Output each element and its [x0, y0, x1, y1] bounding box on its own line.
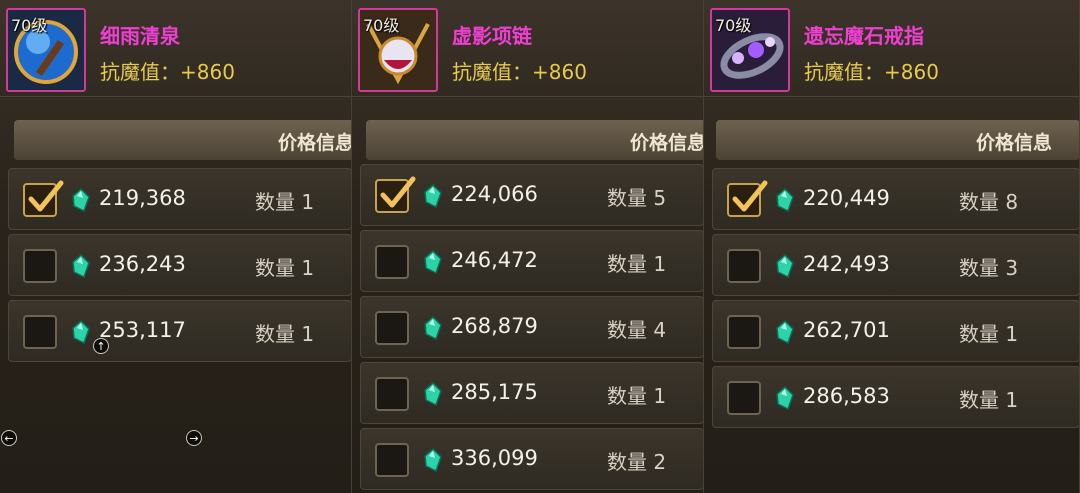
quantity: 数量 1: [959, 388, 1019, 412]
quantity: 数量 1: [255, 256, 315, 280]
green-gem-icon: [424, 250, 442, 274]
green-gem-icon: [776, 386, 794, 410]
item-icon-frame[interactable]: 70级: [710, 8, 790, 92]
quantity: 数量 1: [255, 322, 315, 346]
checkbox[interactable]: [23, 315, 57, 349]
item-name: 遗忘魔石戒指: [804, 24, 924, 48]
checkbox[interactable]: [375, 377, 409, 411]
quantity: 数量 2: [607, 450, 667, 474]
listing-row[interactable]: 246,472 数量 1: [360, 230, 703, 292]
item-level: 70级: [363, 16, 400, 35]
checkbox[interactable]: [23, 249, 57, 283]
green-gem-icon: [424, 316, 442, 340]
price-value: 224,066: [451, 182, 538, 206]
price-info-label: 价格信息: [277, 132, 352, 154]
checkmark-icon: [380, 176, 416, 208]
price-info-header: 价格信息: [716, 120, 1079, 160]
item-level: 70级: [715, 16, 752, 35]
item-name: 虚影项链: [452, 24, 532, 48]
price-value: 286,583: [803, 384, 890, 408]
green-gem-icon: [72, 188, 90, 212]
left-arrow-icon[interactable]: ←: [1, 430, 17, 446]
checkbox[interactable]: [23, 180, 64, 217]
listing-row[interactable]: 268,879 数量 4: [360, 296, 703, 358]
quantity: 数量 1: [607, 252, 667, 276]
listing-row[interactable]: 253,117 数量 1: [8, 300, 351, 362]
checkmark-icon: [28, 180, 64, 212]
checkbox[interactable]: [375, 443, 409, 477]
item-header: 70级 细雨清泉 抗魔值：+860: [0, 0, 351, 97]
quantity: 数量 3: [959, 256, 1019, 280]
listing-row[interactable]: 286,583 数量 1: [712, 366, 1079, 428]
item-stat: 抗魔值：+860: [100, 60, 235, 84]
price-value: 253,117: [99, 318, 186, 342]
price-info-header: 价格信息: [366, 120, 704, 160]
item-column-2: 70级 虚影项链 抗魔值：+860 价格信息 224,066 数量 5 246,…: [352, 0, 704, 493]
checkbox[interactable]: [375, 176, 416, 213]
price-value: 285,175: [451, 380, 538, 404]
checkmark-icon: [732, 180, 768, 212]
quantity: 数量 8: [959, 190, 1019, 214]
green-gem-icon: [72, 320, 90, 344]
green-gem-icon: [776, 188, 794, 212]
price-info-label: 价格信息: [975, 132, 1052, 154]
listing-row[interactable]: 236,243 数量 1: [8, 234, 351, 296]
price-info-label: 价格信息: [629, 132, 704, 154]
price-value: 246,472: [451, 248, 538, 272]
listing-row[interactable]: 262,701 数量 1: [712, 300, 1079, 362]
checkbox[interactable]: [375, 245, 409, 279]
listing-row[interactable]: 285,175 数量 1: [360, 362, 703, 424]
checkbox[interactable]: [727, 315, 761, 349]
up-arrow-icon[interactable]: ↑: [93, 338, 109, 354]
green-gem-icon: [424, 184, 442, 208]
price-value: 220,449: [803, 186, 890, 210]
price-info-header: 价格信息: [14, 120, 352, 160]
listing-row[interactable]: 242,493 数量 3: [712, 234, 1079, 296]
right-arrow-icon[interactable]: →: [186, 430, 202, 446]
price-value: 262,701: [803, 318, 890, 342]
listing-row[interactable]: 336,099 数量 2: [360, 428, 703, 490]
green-gem-icon: [72, 254, 90, 278]
item-stat: 抗魔值：+860: [452, 60, 587, 84]
checkbox[interactable]: [727, 381, 761, 415]
price-value: 268,879: [451, 314, 538, 338]
checkbox[interactable]: [727, 249, 761, 283]
price-value: 336,099: [451, 446, 538, 470]
item-stat: 抗魔值：+860: [804, 60, 939, 84]
green-gem-icon: [424, 448, 442, 472]
quantity: 数量 1: [255, 190, 315, 214]
item-column-1: 70级 细雨清泉 抗魔值：+860 价格信息 219,368 数量 1 236,…: [0, 0, 352, 493]
listing-row[interactable]: 220,449 数量 8: [712, 168, 1079, 230]
price-value: 242,493: [803, 252, 890, 276]
checkbox[interactable]: [375, 311, 409, 345]
quantity: 数量 5: [607, 186, 667, 210]
green-gem-icon: [776, 254, 794, 278]
item-header: 70级 遗忘魔石戒指 抗魔值：+860: [704, 0, 1079, 97]
checkbox[interactable]: [727, 180, 768, 217]
green-gem-icon: [776, 320, 794, 344]
quantity: 数量 1: [959, 322, 1019, 346]
item-column-3: 70级 遗忘魔石戒指 抗魔值：+860 价格信息 220,449 数量 8 24…: [704, 0, 1080, 493]
quantity: 数量 4: [607, 318, 667, 342]
listing-row[interactable]: 219,368 数量 1: [8, 168, 351, 230]
listing-row[interactable]: 224,066 数量 5: [360, 164, 703, 226]
price-value: 236,243: [99, 252, 186, 276]
item-level: 70级: [11, 16, 48, 35]
quantity: 数量 1: [607, 384, 667, 408]
item-icon-frame[interactable]: 70级: [358, 8, 438, 92]
item-name: 细雨清泉: [100, 24, 180, 48]
green-gem-icon: [424, 382, 442, 406]
item-icon-frame[interactable]: 70级: [6, 8, 86, 92]
price-value: 219,368: [99, 186, 186, 210]
item-header: 70级 虚影项链 抗魔值：+860: [352, 0, 703, 97]
